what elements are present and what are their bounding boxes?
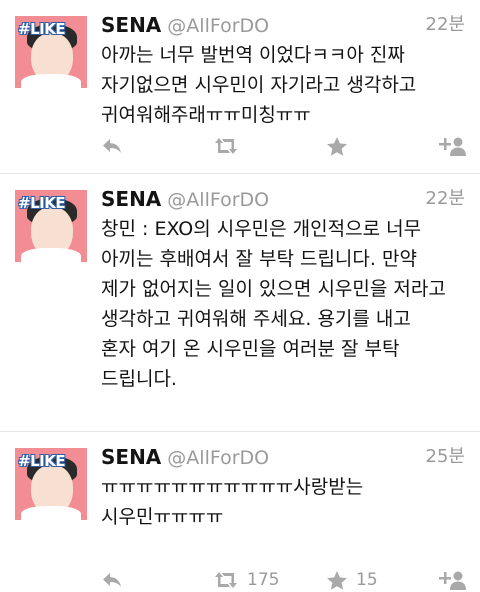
avatar-body — [21, 74, 81, 88]
avatar-tag: #LIKE — [18, 452, 66, 470]
favorite-count: 15 — [356, 570, 378, 590]
avatar[interactable]: #LIKE — [15, 448, 87, 520]
tweet-header: SENA @AllForDO 22분 — [101, 12, 465, 38]
user-name[interactable]: SENA — [101, 13, 161, 37]
reply-button[interactable] — [100, 134, 124, 158]
timestamp: 25분 — [425, 446, 465, 467]
avatar-body — [21, 506, 81, 520]
avatar[interactable]: #LIKE — [15, 190, 87, 262]
tweet-header: SENA @AllForDO 22분 — [101, 186, 465, 212]
add-user-icon — [439, 571, 466, 590]
tweet-item[interactable]: #LIKE SENA @AllForDO 22분 창민 : EXO의 시우민은 개… — [0, 174, 480, 590]
user-handle[interactable]: @AllForDO — [167, 15, 269, 37]
reply-icon — [103, 139, 121, 153]
follow-button[interactable] — [436, 568, 466, 592]
retweet-button[interactable] — [213, 134, 247, 158]
tweet-item[interactable]: #LIKE SENA @AllForDO 25분 ㅠㅠㅠㅠㅠㅠㅠㅠㅠㅠㅠ사랑받는 … — [0, 432, 480, 539]
avatar-body — [21, 248, 81, 262]
avatar[interactable]: #LIKE — [15, 16, 87, 88]
tweet-actions: 175 15 — [100, 568, 466, 592]
user-handle[interactable]: @AllForDO — [167, 189, 269, 211]
star-icon — [327, 570, 347, 590]
retweet-icon — [215, 138, 237, 154]
tweet-text: ㅠㅠㅠㅠㅠㅠㅠㅠㅠㅠㅠ사랑받는 시우민ㅠㅠㅠㅠ — [101, 476, 364, 528]
reply-button[interactable] — [100, 568, 124, 592]
favorite-button[interactable] — [326, 134, 356, 158]
retweet-count: 175 — [247, 570, 280, 590]
timestamp: 22분 — [425, 14, 465, 35]
retweet-button[interactable]: 175 — [213, 568, 279, 592]
follow-button[interactable] — [436, 134, 466, 158]
user-name[interactable]: SENA — [101, 445, 161, 469]
retweet-icon — [215, 572, 237, 588]
tweet-text: 아까는 너무 발번역 이었다ㅋㅋ아 진짜 자기없으면 시우민이 자기라고 생각하… — [101, 44, 417, 126]
add-user-icon — [439, 137, 466, 156]
user-handle[interactable]: @AllForDO — [167, 447, 269, 469]
avatar-tag: #LIKE — [18, 194, 66, 212]
favorite-button[interactable]: 15 — [326, 568, 378, 592]
tweet-header: SENA @AllForDO 25분 — [101, 444, 465, 470]
tweet-text: 창민 : EXO의 시우민은 개인적으로 너무 아끼는 후배여서 잘 부탁 드립… — [101, 218, 446, 390]
avatar-tag: #LIKE — [18, 20, 66, 38]
tweet-actions — [100, 134, 466, 158]
timestamp: 22분 — [425, 188, 465, 209]
reply-icon — [103, 573, 121, 587]
user-name[interactable]: SENA — [101, 187, 161, 211]
star-icon — [327, 136, 347, 156]
tweet-item[interactable]: #LIKE SENA @AllForDO 22분 아까는 너무 발번역 이었다ㅋㅋ… — [0, 0, 480, 174]
